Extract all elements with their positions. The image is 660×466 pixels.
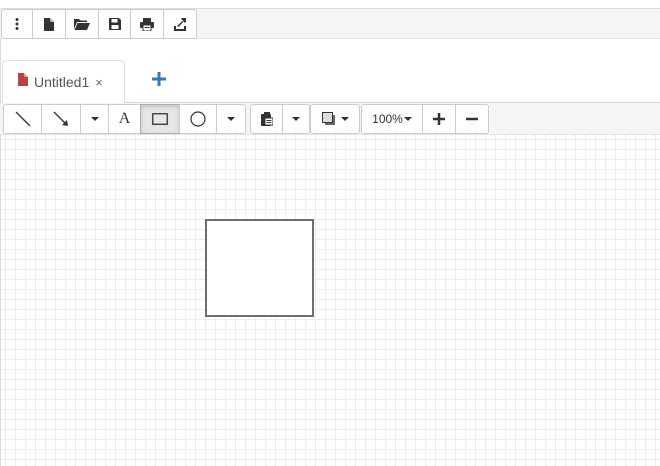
chevron-down-icon <box>292 117 300 121</box>
new-file-icon <box>44 17 54 31</box>
add-tab-button[interactable] <box>148 69 170 93</box>
export-icon <box>173 17 187 31</box>
fill-color-icon <box>321 112 336 126</box>
arrow-tool-button[interactable] <box>41 104 81 134</box>
fill-group <box>310 104 360 134</box>
print-icon <box>140 17 154 31</box>
shape-tools-group: A <box>3 104 246 134</box>
document-tab-bar: Untitled1 × <box>0 39 660 104</box>
ellipse-tool-button[interactable] <box>179 104 217 134</box>
chevron-down-icon <box>340 117 349 121</box>
document-icon <box>18 73 28 91</box>
zoom-out-button[interactable] <box>455 104 489 134</box>
tab-close-button[interactable]: × <box>95 75 103 90</box>
zoom-level-dropdown[interactable]: 100% <box>361 104 423 134</box>
line-options-dropdown[interactable] <box>80 104 109 134</box>
stamp-options-dropdown[interactable] <box>282 104 310 134</box>
chevron-down-icon <box>227 117 235 121</box>
kebab-menu-icon <box>15 18 19 30</box>
app-window: Untitled1 × A 100% <box>0 0 660 466</box>
zoom-in-button[interactable] <box>422 104 456 134</box>
plus-icon <box>152 71 166 91</box>
tab-label: Untitled1 <box>34 74 90 90</box>
zoom-in-plus-icon <box>433 113 445 125</box>
zoom-out-minus-icon <box>466 113 478 125</box>
text-tool-button[interactable]: A <box>108 104 141 134</box>
fill-color-dropdown[interactable] <box>310 104 360 134</box>
arrow-tool-icon <box>53 111 69 127</box>
rectangle-tool-icon <box>152 113 168 125</box>
zoom-group: 100% <box>361 104 489 134</box>
shape-options-dropdown[interactable] <box>216 104 246 134</box>
save-icon <box>108 18 121 30</box>
menu-button[interactable] <box>1 9 33 39</box>
ellipse-tool-icon <box>190 111 206 127</box>
tab-untitled1[interactable]: Untitled1 × <box>2 60 125 104</box>
drawing-toolbar: A 100% <box>0 103 660 135</box>
open-file-button[interactable] <box>65 9 99 39</box>
stamp-tools-group <box>250 104 310 134</box>
new-file-button[interactable] <box>32 9 66 39</box>
paste-stamp-button[interactable] <box>250 104 283 134</box>
print-button[interactable] <box>130 9 164 39</box>
chevron-down-icon <box>90 117 99 121</box>
rectangle-tool-button[interactable] <box>140 104 180 134</box>
line-tool-icon <box>15 111 31 127</box>
rectangle-shape[interactable] <box>205 219 314 317</box>
drawing-canvas[interactable] <box>0 135 660 466</box>
zoom-level-label: 100% <box>372 112 403 126</box>
text-tool-icon: A <box>118 110 131 127</box>
export-button[interactable] <box>163 9 197 39</box>
save-button[interactable] <box>98 9 131 39</box>
chevron-down-icon <box>403 117 412 121</box>
paste-stamp-icon <box>260 112 273 126</box>
file-toolbar-group <box>1 9 197 39</box>
line-tool-button[interactable] <box>3 104 42 134</box>
file-toolbar <box>0 8 660 39</box>
open-folder-icon <box>74 18 90 30</box>
